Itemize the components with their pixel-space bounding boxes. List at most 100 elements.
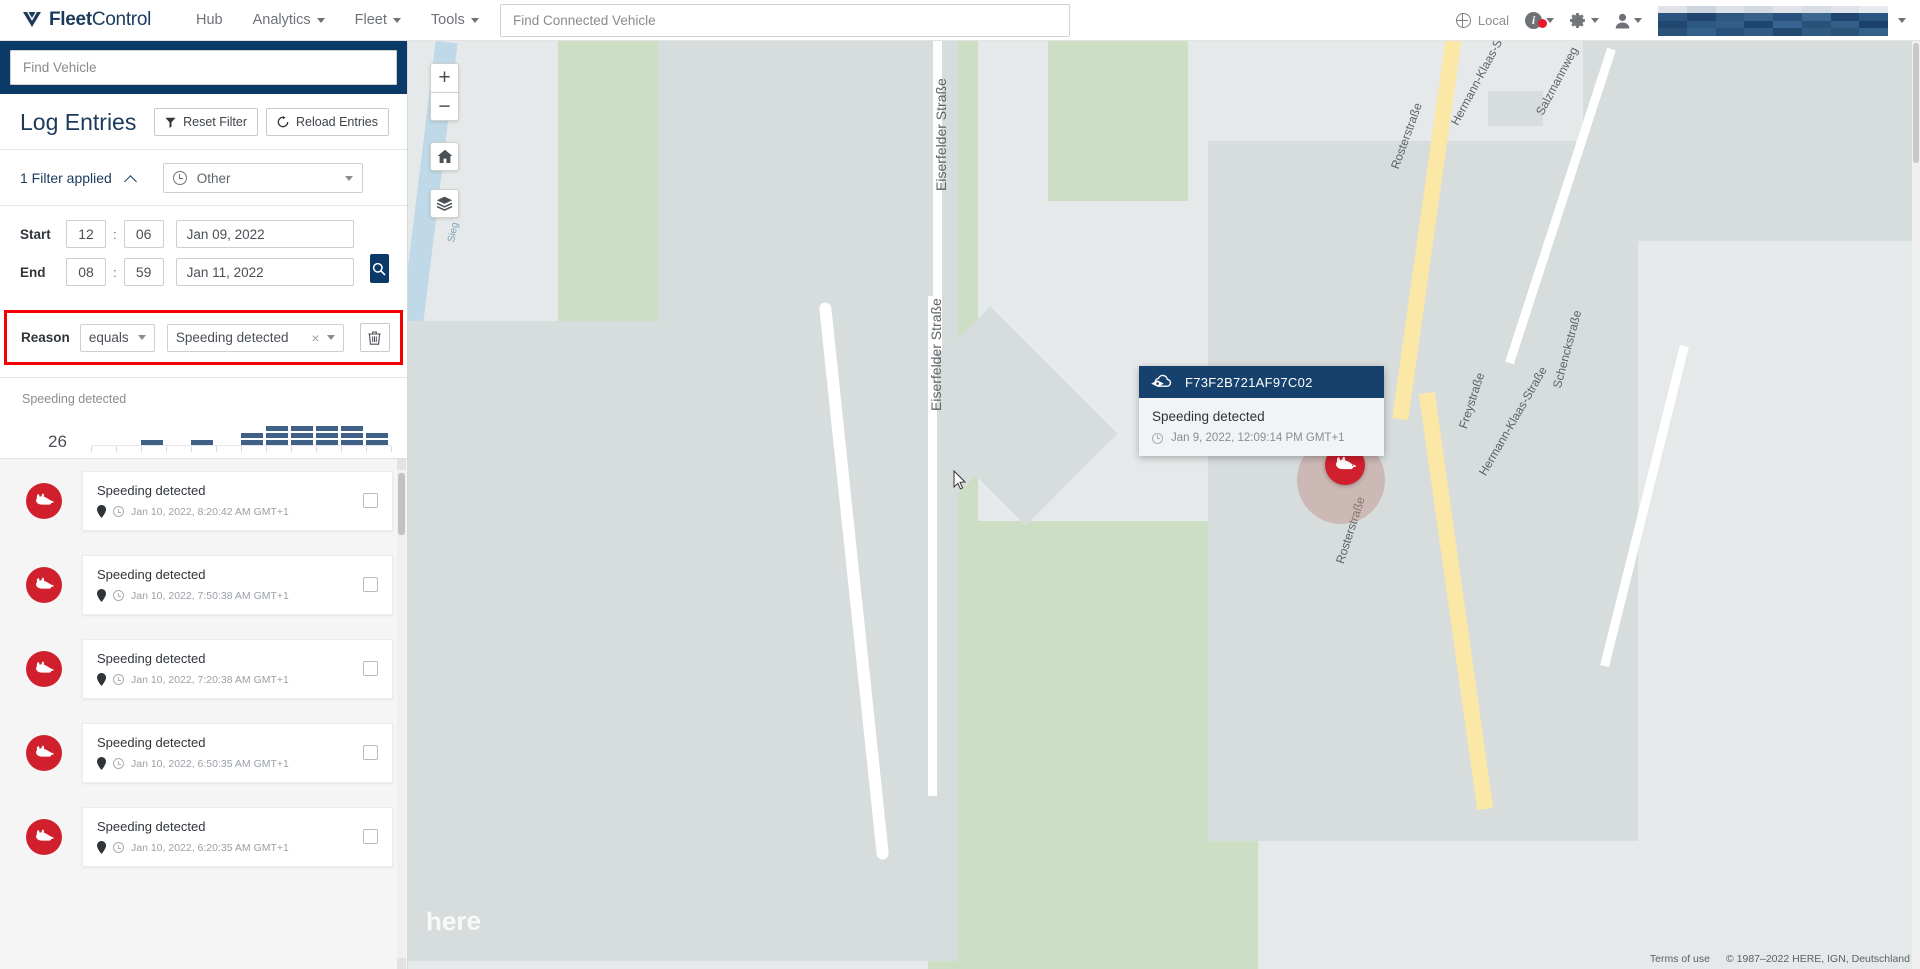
list-scrollbar[interactable] bbox=[397, 459, 406, 969]
terms-of-use-link[interactable]: Terms of use bbox=[1650, 953, 1710, 965]
notifications-button[interactable]: i bbox=[1525, 12, 1554, 29]
entry-checkbox[interactable] bbox=[363, 661, 378, 676]
locale-selector[interactable]: Local bbox=[1455, 13, 1509, 28]
map-layers-button[interactable] bbox=[430, 189, 459, 218]
list-item[interactable]: Speeding detected Jan 10, 2022, 7:20:38 A… bbox=[0, 627, 407, 711]
histogram-tick bbox=[191, 446, 192, 452]
account-chevron-down-icon[interactable] bbox=[1898, 18, 1906, 23]
location-pin-icon bbox=[97, 841, 106, 854]
start-hour-input[interactable] bbox=[66, 220, 106, 248]
entry-checkbox[interactable] bbox=[363, 577, 378, 592]
here-watermark: here bbox=[425, 905, 482, 937]
histogram-bars[interactable] bbox=[91, 412, 392, 452]
histogram-bar[interactable] bbox=[366, 431, 388, 445]
globe-icon bbox=[1455, 13, 1471, 28]
histogram-bar[interactable] bbox=[341, 424, 363, 445]
histogram-title: Speeding detected bbox=[22, 392, 127, 406]
entry-card[interactable]: Speeding detected Jan 10, 2022, 6:50:35 A… bbox=[82, 723, 393, 783]
list-item[interactable]: Speeding detected Jan 10, 2022, 6:50:35 A… bbox=[0, 711, 407, 795]
speeding-badge bbox=[26, 651, 62, 687]
settings-button[interactable] bbox=[1570, 12, 1599, 29]
map-copyright: © 1987–2022 HERE, IGN, Deutschland bbox=[1725, 953, 1910, 965]
chevron-down-icon bbox=[470, 17, 479, 23]
histogram-bar[interactable] bbox=[291, 424, 313, 445]
entry-card[interactable]: Speeding detected Jan 10, 2022, 6:20:35 A… bbox=[82, 807, 393, 867]
histogram-bar-segment bbox=[266, 426, 288, 431]
start-minute-input[interactable] bbox=[123, 220, 164, 248]
reason-operator-select[interactable]: equals bbox=[79, 323, 155, 352]
user-menu-button[interactable] bbox=[1615, 13, 1642, 29]
redacted-account-info bbox=[1658, 5, 1888, 36]
histogram-bar[interactable] bbox=[141, 438, 163, 445]
gear-icon bbox=[1570, 13, 1585, 28]
entry-title: Speeding detected bbox=[97, 819, 206, 834]
rabbit-icon bbox=[1336, 456, 1356, 470]
list-item[interactable]: Speeding detected Jan 10, 2022, 7:50:38 A… bbox=[0, 543, 407, 627]
entry-card[interactable]: Speeding detected Jan 10, 2022, 7:20:38 A… bbox=[82, 639, 393, 699]
brand-logo[interactable]: FleetControl bbox=[22, 9, 151, 31]
location-pin-icon bbox=[97, 757, 106, 770]
zoom-in-button[interactable]: + bbox=[430, 63, 459, 92]
nav-item-analytics[interactable]: Analytics bbox=[238, 12, 340, 28]
end-minute-input[interactable] bbox=[123, 258, 164, 286]
filter-type-value: Other bbox=[196, 170, 231, 186]
chevron-down-icon bbox=[1591, 18, 1599, 23]
scroll-down-button[interactable] bbox=[397, 958, 406, 969]
list-item[interactable]: Speeding detected Jan 10, 2022, 6:20:35 A… bbox=[0, 795, 407, 879]
entry-checkbox[interactable] bbox=[363, 745, 378, 760]
map-vertical-scrollbar[interactable] bbox=[1912, 41, 1920, 969]
clock-icon bbox=[113, 506, 124, 517]
entry-checkbox[interactable] bbox=[363, 493, 378, 508]
end-date-input[interactable] bbox=[175, 258, 354, 286]
user-icon bbox=[1615, 13, 1630, 28]
rabbit-icon bbox=[36, 661, 54, 673]
scrollbar-thumb[interactable] bbox=[1913, 43, 1919, 163]
location-pin-icon bbox=[97, 589, 106, 602]
entry-card[interactable]: Speeding detected Jan 10, 2022, 8:20:42 A… bbox=[82, 471, 393, 531]
page-title: Log Entries bbox=[20, 108, 137, 135]
header-buttons: Reset Filter Reload Entries bbox=[154, 108, 389, 136]
top-right-actions: Local i bbox=[1455, 0, 1920, 41]
histogram-bar[interactable] bbox=[191, 438, 213, 445]
histogram-bar[interactable] bbox=[316, 424, 338, 445]
vehicle-search-input[interactable] bbox=[10, 50, 397, 85]
list-item[interactable]: Speeding detected Jan 10, 2022, 8:20:42 A… bbox=[0, 459, 407, 543]
home-view-button[interactable] bbox=[430, 142, 459, 171]
reload-entries-button[interactable]: Reload Entries bbox=[266, 108, 389, 136]
scroll-up-button[interactable] bbox=[397, 459, 406, 470]
log-entries-list[interactable]: Speeding detected Jan 10, 2022, 8:20:42 A… bbox=[0, 458, 407, 969]
refresh-icon bbox=[277, 116, 289, 128]
mouse-cursor-icon bbox=[953, 470, 967, 490]
reason-value-select[interactable]: Speeding detected × bbox=[166, 323, 344, 352]
scrollbar-thumb[interactable] bbox=[398, 473, 405, 535]
map-event-popup[interactable]: F73F2B721AF97C02 Speeding detected Jan 9… bbox=[1139, 366, 1384, 456]
nav-item-hub[interactable]: Hub bbox=[181, 12, 238, 28]
histogram-tick bbox=[266, 446, 267, 452]
apply-search-button[interactable] bbox=[369, 254, 389, 283]
histogram-bar[interactable] bbox=[266, 424, 288, 445]
map-credits: Terms of use © 1987–2022 HERE, IGN, Deut… bbox=[1650, 953, 1910, 965]
connected-vehicle-search-input[interactable] bbox=[500, 4, 1070, 37]
nav-item-fleet[interactable]: Fleet bbox=[340, 12, 416, 28]
delete-filter-button[interactable] bbox=[359, 323, 390, 352]
entry-title: Speeding detected bbox=[97, 567, 206, 582]
zoom-out-button[interactable]: − bbox=[430, 92, 459, 121]
filter-type-select[interactable]: Other bbox=[162, 163, 363, 193]
histogram-bar-segment bbox=[341, 433, 363, 438]
speeding-badge bbox=[26, 819, 62, 855]
entry-meta: Jan 10, 2022, 8:20:42 AM GMT+1 bbox=[97, 505, 363, 518]
map-greenspace bbox=[1048, 41, 1188, 201]
histogram-bar[interactable] bbox=[241, 431, 263, 445]
reset-filter-button[interactable]: Reset Filter bbox=[154, 108, 258, 136]
map-view[interactable]: Eiserfelder Straße Eiserfelder Straße He… bbox=[408, 41, 1920, 969]
street-label: Eiserfelder Straße bbox=[933, 78, 949, 191]
entry-checkbox[interactable] bbox=[363, 829, 378, 844]
filter-applied-toggle[interactable]: 1 Filter applied bbox=[20, 170, 137, 188]
clear-reason-icon[interactable]: × bbox=[306, 330, 324, 346]
end-hour-input[interactable] bbox=[66, 258, 106, 286]
rabbit-icon bbox=[36, 829, 54, 841]
entry-card[interactable]: Speeding detected Jan 10, 2022, 7:50:38 A… bbox=[82, 555, 393, 615]
entry-timestamp: Jan 10, 2022, 6:50:35 AM GMT+1 bbox=[131, 757, 289, 770]
start-date-input[interactable] bbox=[175, 220, 354, 248]
nav-item-tools[interactable]: Tools bbox=[416, 12, 494, 28]
